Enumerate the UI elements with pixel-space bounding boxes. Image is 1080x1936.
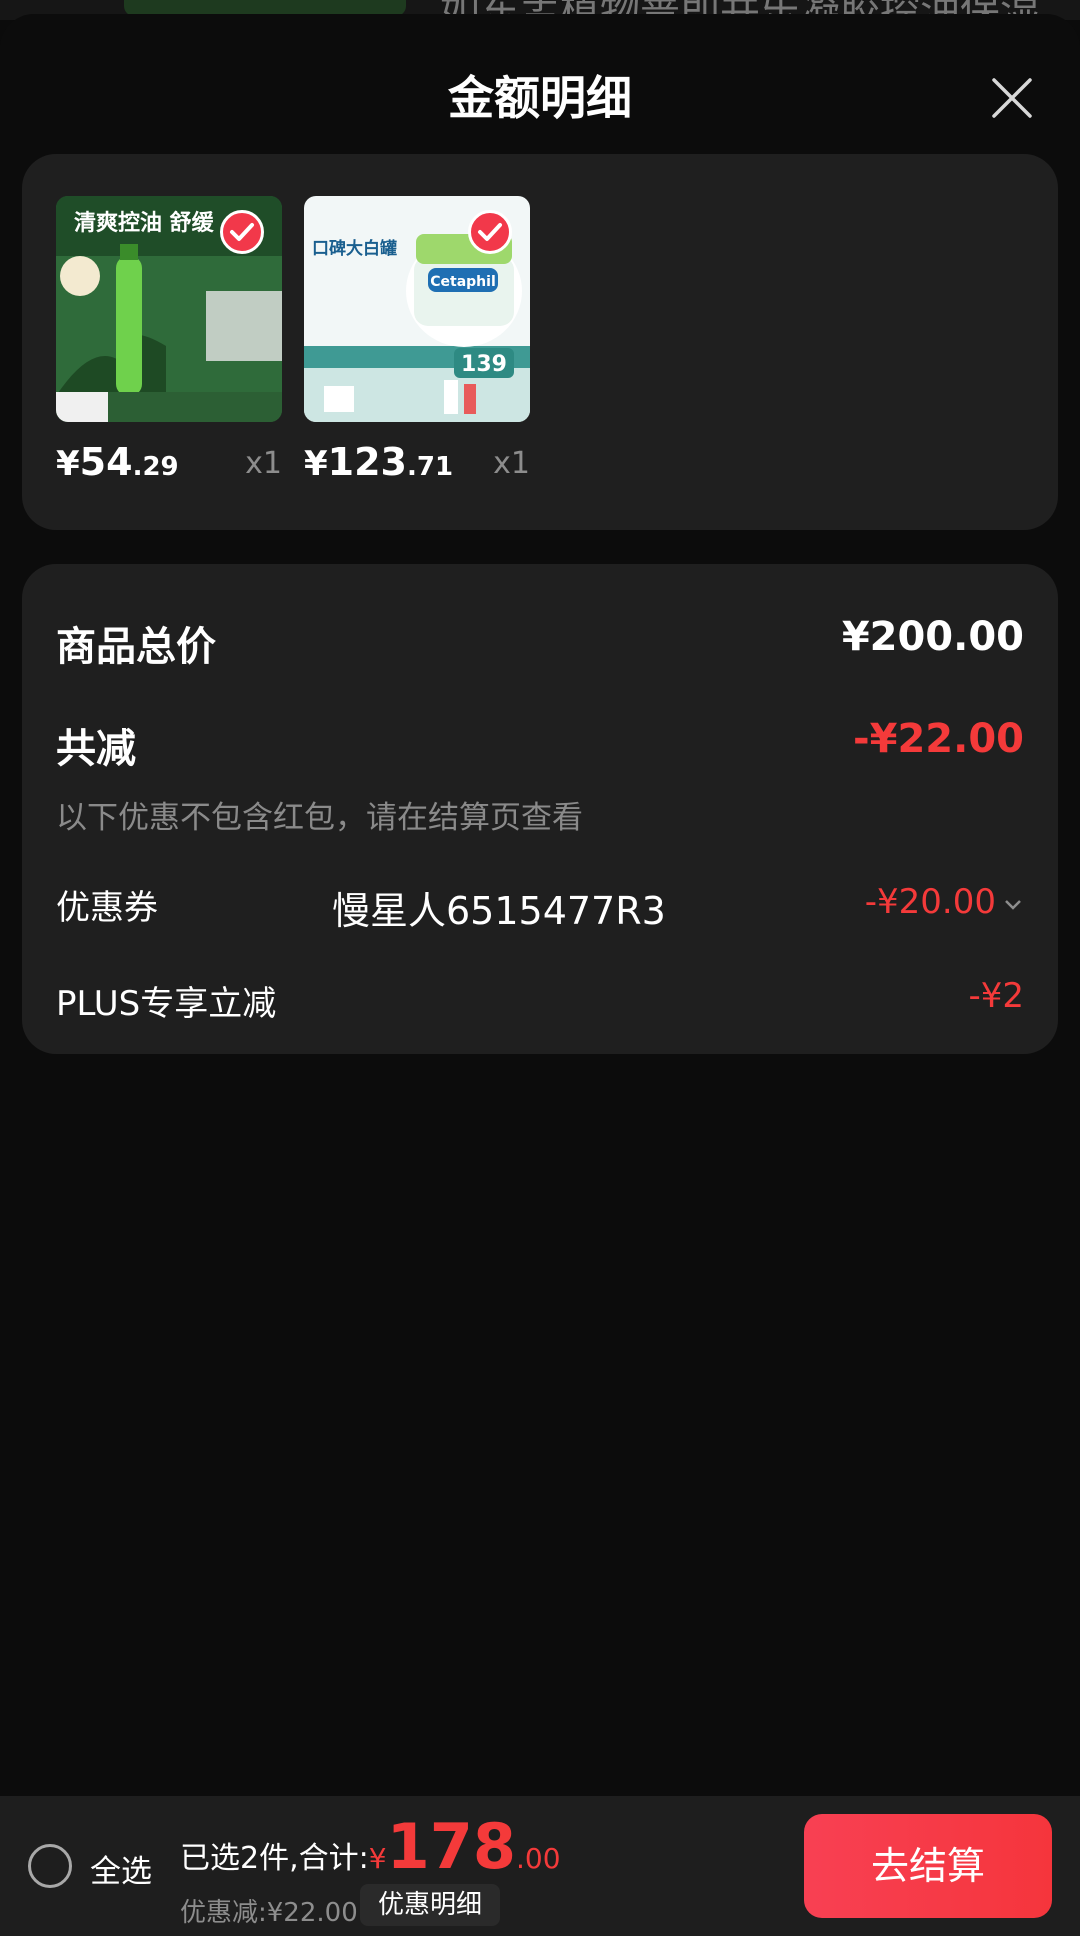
- total-reduce-label: 共减: [56, 726, 136, 772]
- sheet-title: 金额明细: [448, 71, 632, 125]
- product-brand: Cetaphil: [430, 274, 496, 290]
- product-promo-price: 139: [461, 352, 507, 377]
- checkout-button[interactable]: 去结算: [804, 1814, 1052, 1918]
- coupon-label: 优惠券: [56, 888, 158, 928]
- selected-products-card: 清爽控油 舒缓 ¥54.29 x1 Cetaphil 口碑大白罐 139 ¥12…: [22, 154, 1058, 530]
- order-total: 已选2件,合计:¥178.00: [180, 1810, 561, 1883]
- coupon-row[interactable]: -¥20.00: [865, 882, 1024, 922]
- plus-discount-label: PLUS专享立减: [56, 984, 277, 1024]
- product-image-text: 清爽控油 舒缓: [74, 210, 215, 236]
- close-icon[interactable]: [988, 74, 1036, 122]
- selected-check-icon[interactable]: [220, 210, 264, 254]
- plus-discount-value: -¥2: [968, 976, 1024, 1016]
- total-reduce-value: -¥22.00: [853, 716, 1024, 762]
- discount-amount: 优惠减:¥22.00: [180, 1898, 358, 1928]
- product-price: ¥123.71: [304, 440, 454, 484]
- select-all-label[interactable]: 全选: [90, 1846, 152, 1891]
- user-watermark: 慢星人6515477R3: [332, 889, 666, 933]
- product-image-text: 口碑大白罐: [312, 238, 397, 259]
- product-price: ¥54.29: [56, 440, 179, 484]
- price-summary-card: 商品总价 ¥200.00 共减 -¥22.00 以下优惠不包含红包，请在结算页查…: [22, 564, 1058, 1054]
- goods-total-value: ¥200.00: [841, 614, 1024, 660]
- select-all-radio[interactable]: [28, 1844, 72, 1888]
- product-image-aloe-gel[interactable]: 清爽控油 舒缓: [56, 196, 282, 422]
- coupon-value: -¥20.00: [864, 882, 996, 922]
- product-quantity: x1: [245, 446, 282, 481]
- checkout-bar: 全选 已选2件,合计:¥178.00 优惠减:¥22.00 优惠明细 去结算: [0, 1796, 1080, 1936]
- chevron-down-icon[interactable]: [1002, 893, 1024, 915]
- product-image-cetaphil-cream[interactable]: Cetaphil 口碑大白罐 139: [304, 196, 530, 422]
- goods-total-label: 商品总价: [56, 624, 216, 670]
- selected-check-icon[interactable]: [468, 210, 512, 254]
- discount-detail-button[interactable]: 优惠明细: [360, 1884, 501, 1926]
- discount-note: 以下优惠不包含红包，请在结算页查看: [56, 800, 583, 836]
- amount-detail-sheet: 金额明细 清爽控油 舒缓 ¥54.29 x1 Cetaphil 口碑大白罐 13…: [0, 14, 1080, 1936]
- product-quantity: x1: [493, 446, 530, 481]
